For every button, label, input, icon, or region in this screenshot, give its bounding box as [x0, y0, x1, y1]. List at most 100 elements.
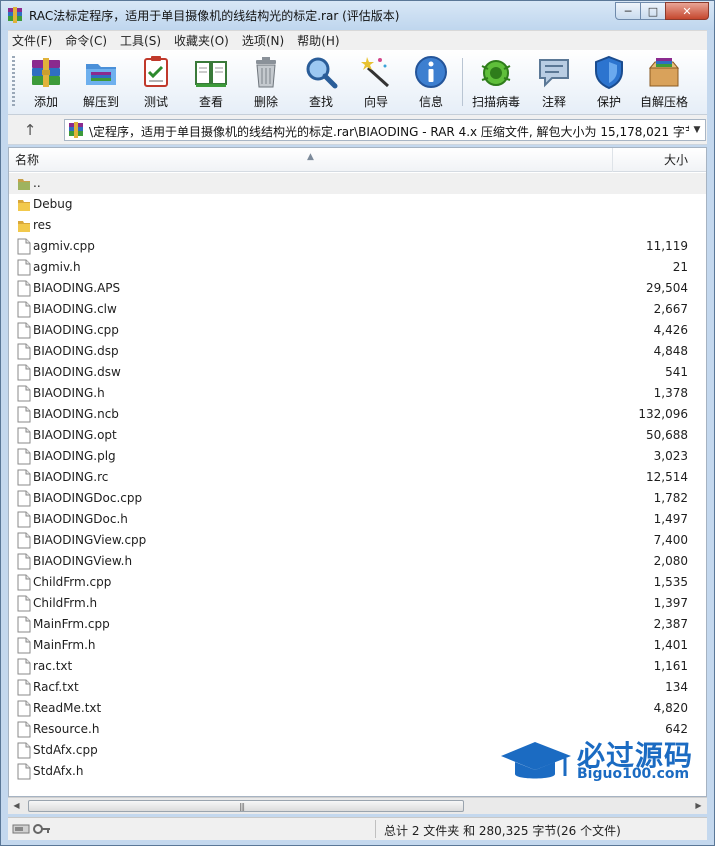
file-row[interactable]: BIAODING.dsw 541	[9, 362, 706, 383]
status-divider	[375, 820, 376, 838]
file-row[interactable]: BIAODING.cpp 4,426	[9, 320, 706, 341]
file-row[interactable]: BIAODINGView.h 2,080	[9, 551, 706, 572]
file-name: agmiv.h	[33, 260, 81, 274]
find-button[interactable]: 查找	[295, 54, 347, 110]
file-row[interactable]: BIAODING.opt 50,688	[9, 425, 706, 446]
address-field[interactable]: \定程序，适用于单目摄像机的线结构光的标定.rar\BIAODING - RAR…	[64, 119, 706, 141]
file-name: BIAODING.ncb	[33, 407, 119, 421]
winrar-app-icon	[8, 7, 22, 23]
file-row[interactable]: BIAODINGDoc.h 1,497	[9, 509, 706, 530]
sfx-button[interactable]: 自解压格	[638, 54, 690, 110]
file-name: agmiv.cpp	[33, 239, 95, 253]
menu-options[interactable]: 选项(N)	[242, 32, 284, 49]
shield-icon	[595, 55, 623, 90]
file-row[interactable]: BIAODING.h 1,378	[9, 383, 706, 404]
file-name: BIAODING.clw	[33, 302, 117, 316]
close-button[interactable]: ✕	[665, 2, 709, 20]
add-button[interactable]: 添加	[20, 54, 72, 110]
column-size-label: 大小	[663, 153, 688, 167]
file-row[interactable]: BIAODING.APS 29,504	[9, 278, 706, 299]
info-button[interactable]: 信息	[405, 54, 457, 110]
find-label: 查找	[308, 95, 333, 109]
folder-row[interactable]: Debug	[9, 194, 706, 215]
file-size: 1,161	[653, 659, 688, 673]
file-icon	[17, 238, 31, 255]
scroll-left-icon[interactable]: ◀	[8, 798, 25, 814]
folder-row[interactable]: ..	[9, 173, 706, 194]
file-row[interactable]: rac.txt 1,161	[9, 656, 706, 677]
file-icon	[17, 280, 31, 297]
menu-tools[interactable]: 工具(S)	[120, 32, 161, 49]
file-name: BIAODING.rc	[33, 470, 109, 484]
file-size: 50,688	[646, 428, 688, 442]
magnifier-icon	[306, 57, 338, 89]
file-row[interactable]: MainFrm.cpp 2,387	[9, 614, 706, 635]
file-row[interactable]: BIAODINGDoc.cpp 1,782	[9, 488, 706, 509]
file-size: 1,397	[653, 596, 688, 610]
file-icon	[17, 427, 31, 444]
title-bar[interactable]: RAC法标定程序，适用于单目摄像机的线结构光的标定.rar (评估版本) ─ □…	[1, 1, 714, 30]
menu-favorites[interactable]: 收藏夹(O)	[174, 32, 229, 49]
scroll-thumb[interactable]: |||	[28, 800, 464, 812]
chevron-down-icon[interactable]: ▼	[689, 120, 705, 140]
file-row[interactable]: MainFrm.h 1,401	[9, 635, 706, 656]
file-name: MainFrm.cpp	[33, 617, 110, 631]
test-button[interactable]: 测试	[130, 54, 182, 110]
folder-row[interactable]: res	[9, 215, 706, 236]
comment-label: 注释	[541, 95, 566, 109]
file-row[interactable]: BIAODING.clw 2,667	[9, 299, 706, 320]
list-header: 名称 ▲ 大小	[9, 148, 706, 172]
bug-icon	[481, 60, 511, 86]
menu-commands[interactable]: 命令(C)	[65, 32, 107, 49]
column-name-label: 名称	[15, 153, 40, 167]
maximize-button[interactable]: □	[640, 2, 666, 20]
file-name: Racf.txt	[33, 680, 79, 694]
file-size: 132,096	[638, 407, 688, 421]
file-rows: .. Debug res agmiv.cpp 11,119 agmiv.h 21 BIAODI…	[9, 173, 706, 782]
file-row[interactable]: BIAODING.plg 3,023	[9, 446, 706, 467]
graduation-cap-icon	[501, 742, 571, 779]
open-book-icon	[195, 61, 227, 87]
file-size: 3,023	[653, 449, 688, 463]
file-row[interactable]: Racf.txt 134	[9, 677, 706, 698]
toolbar-grip[interactable]	[12, 56, 15, 108]
file-row[interactable]: ReadMe.txt 4,820	[9, 698, 706, 719]
comment-button[interactable]: 注释	[528, 54, 580, 110]
magic-wand-icon	[361, 57, 390, 88]
folder-icon	[18, 200, 30, 211]
up-arrow-icon[interactable]: ↑	[20, 121, 40, 139]
view-button[interactable]: 查看	[185, 54, 237, 110]
delete-label: 删除	[253, 95, 278, 109]
file-icon	[17, 301, 31, 318]
file-name: res	[33, 218, 52, 232]
sort-arrow-icon: ▲	[307, 152, 314, 162]
column-header-size[interactable]: 大小	[614, 148, 706, 172]
protect-label: 保护	[596, 95, 621, 109]
wizard-button[interactable]: 向导	[350, 54, 402, 110]
file-icon	[17, 637, 31, 654]
extract-label: 解压到	[82, 95, 119, 109]
file-row[interactable]: BIAODINGView.cpp 7,400	[9, 530, 706, 551]
extract-button[interactable]: 解压到	[75, 54, 127, 110]
file-row[interactable]: agmiv.cpp 11,119	[9, 236, 706, 257]
info-icon	[415, 56, 447, 88]
delete-button[interactable]: 删除	[240, 54, 292, 110]
scroll-right-icon[interactable]: ▶	[690, 798, 707, 814]
file-row[interactable]: ChildFrm.cpp 1,535	[9, 572, 706, 593]
menu-help[interactable]: 帮助(H)	[297, 32, 339, 49]
horizontal-scrollbar[interactable]: ◀ ||| ▶	[8, 797, 707, 814]
file-row[interactable]: BIAODING.ncb 132,096	[9, 404, 706, 425]
sfx-label: 自解压格	[639, 95, 688, 109]
virus-scan-button[interactable]: 扫描病毒	[470, 54, 522, 110]
file-size: 29,504	[646, 281, 688, 295]
file-row[interactable]: BIAODING.dsp 4,848	[9, 341, 706, 362]
minimize-button[interactable]: ─	[615, 2, 641, 20]
file-row[interactable]: BIAODING.rc 12,514	[9, 467, 706, 488]
menu-file[interactable]: 文件(F)	[12, 32, 52, 49]
watermark-url: Biguo100.com	[577, 766, 690, 782]
file-icon	[17, 511, 31, 528]
file-row[interactable]: agmiv.h 21	[9, 257, 706, 278]
file-row[interactable]: ChildFrm.h 1,397	[9, 593, 706, 614]
column-header-name[interactable]: 名称 ▲	[9, 148, 613, 172]
protect-button[interactable]: 保护	[583, 54, 635, 110]
